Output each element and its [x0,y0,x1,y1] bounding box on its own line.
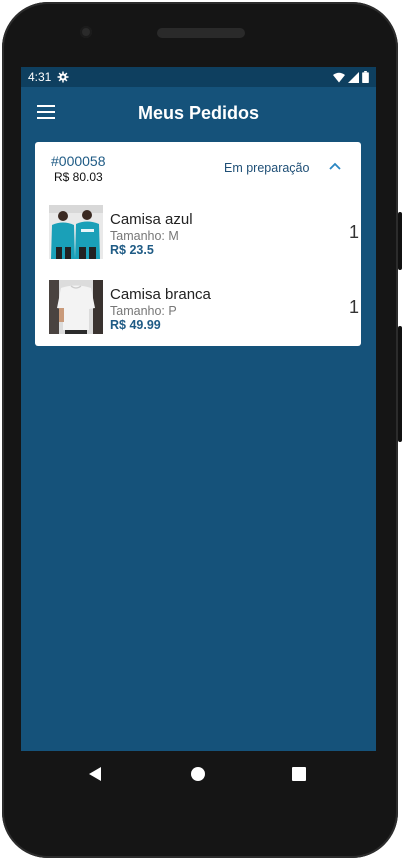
product-image-white-shirt [49,280,103,334]
item-price: R$ 23.5 [110,243,154,257]
item-quantity: 1 [348,222,359,242]
settings-icon [57,71,69,83]
home-icon[interactable] [190,766,206,782]
recents-icon[interactable] [292,767,306,781]
back-icon[interactable] [88,766,102,782]
page-title: Meus Pedidos [137,103,260,123]
item-name: Camisa branca [110,286,211,303]
earpiece-speaker [157,28,245,38]
order-card[interactable]: #000058 R$ 80.03 Em preparação Camisa az… [35,142,361,346]
status-icons [333,71,369,83]
app-bar: Meus Pedidos [21,87,376,141]
status-bar: 4:31 [21,67,376,87]
order-item: Camisa branca Tamanho: P R$ 49.99 1 [49,280,359,336]
status-time: 4:31 [28,70,52,84]
chevron-up-icon[interactable] [328,161,342,171]
order-id: #000058 [51,153,106,169]
item-price: R$ 49.99 [110,318,161,332]
item-size: Tamanho: M [110,229,179,243]
order-item: Camisa azul Tamanho: M R$ 23.5 1 [49,205,359,261]
order-total: R$ 80.03 [54,170,103,184]
volume-button [398,326,402,442]
product-image-blue-shirt [49,205,103,259]
order-header[interactable]: #000058 R$ 80.03 Em preparação [35,142,361,192]
front-camera [80,26,92,38]
battery-icon [362,71,369,83]
system-nav-bar [21,751,376,799]
order-status: Em preparação [224,161,310,175]
item-size: Tamanho: P [110,304,177,318]
app-screen: 4:31 Meus Pedidos #000058 R$ 80.03 Em pr… [21,67,376,751]
power-button [398,212,402,270]
wifi-icon [333,72,345,82]
signal-icon [348,71,359,83]
item-name: Camisa azul [110,211,193,228]
item-quantity: 1 [348,297,359,317]
